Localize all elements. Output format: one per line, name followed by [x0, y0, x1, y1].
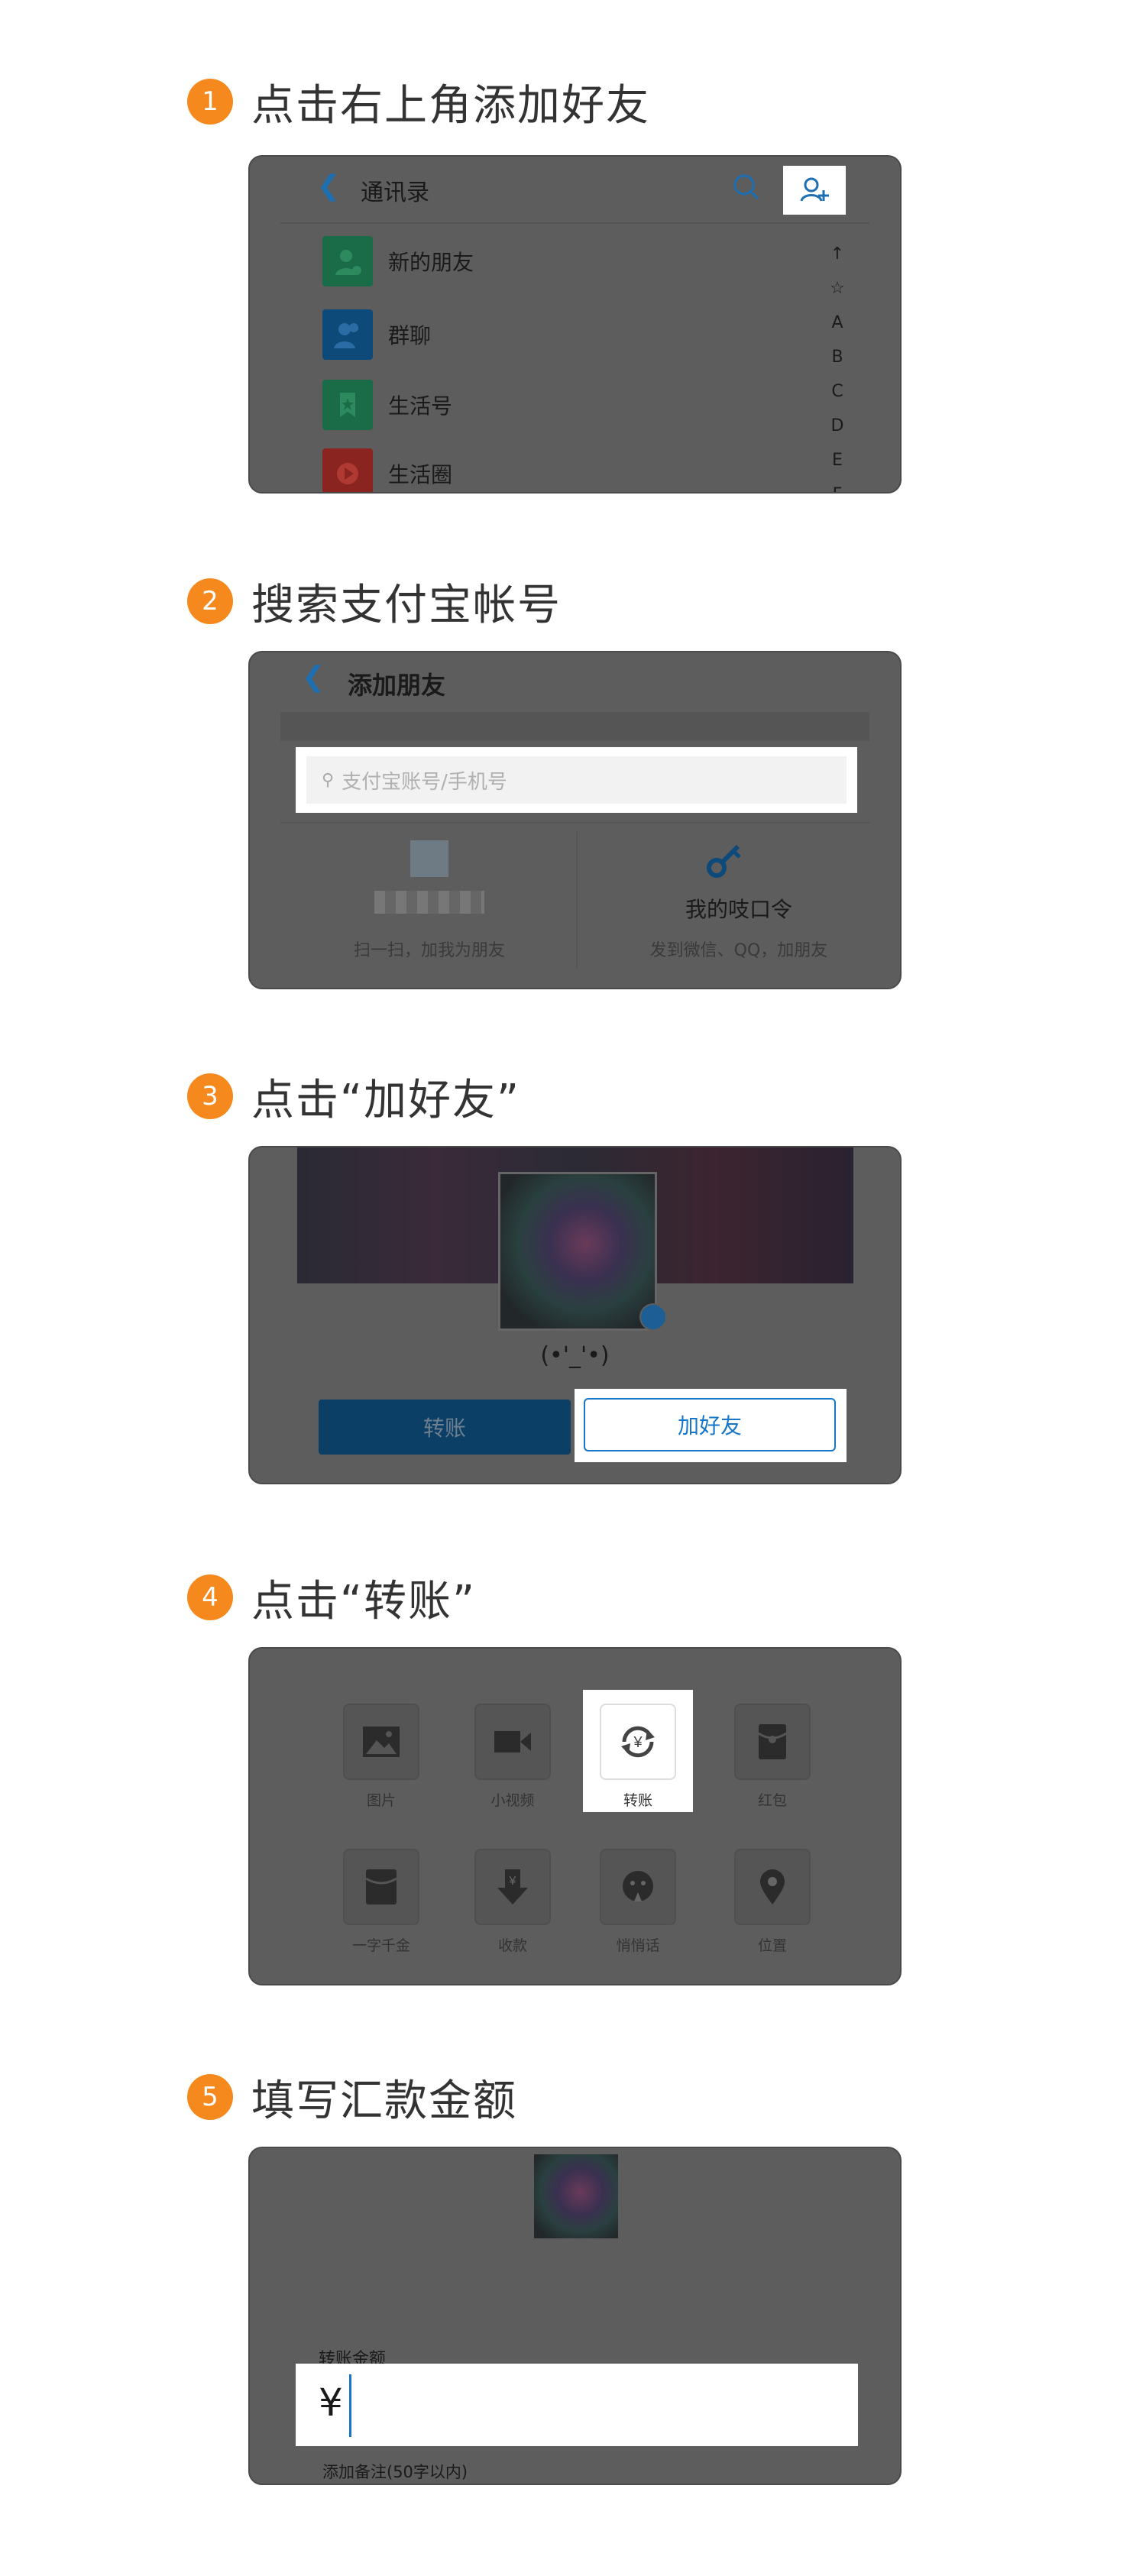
step-title: 点击“转账”	[251, 1576, 477, 1626]
divider	[576, 832, 578, 969]
svg-text:¥: ¥	[633, 1734, 643, 1751]
image-icon	[343, 1704, 419, 1780]
whisper-icon	[600, 1849, 676, 1925]
avatar	[534, 2154, 618, 2238]
text-cursor	[349, 2374, 351, 2437]
location-icon	[734, 1849, 811, 1925]
step-2-header: 2 搜索支付宝帐号	[187, 574, 562, 630]
video-icon	[474, 1704, 551, 1780]
note-link[interactable]: 添加备注(50字以内)	[322, 2460, 468, 2483]
code-title[interactable]: 我的吱口令	[578, 893, 899, 924]
contacts-screenshot: ❮ 通讯录 新的朋友 群聊 生活号 生活圈 ↑☆AB CDEF	[248, 155, 902, 494]
word-gold-icon	[343, 1849, 419, 1925]
transfer-amount-screenshot: 转账金额 ¥ 添加备注(50字以内)	[248, 2147, 902, 2485]
page-title: 通讯录	[361, 180, 429, 206]
step-number: 1	[187, 79, 233, 125]
step-3-header: 3 点击“加好友”	[187, 1070, 520, 1125]
alphabet-index[interactable]: ↑☆AB CDEF	[828, 237, 847, 492]
transfer-icon: ¥	[600, 1704, 676, 1780]
profile-screenshot: (•'_'•) 转账 加好友	[248, 1146, 902, 1484]
life-circle-icon	[322, 448, 373, 492]
add-friend-button[interactable]	[783, 166, 846, 215]
back-arrow-icon[interactable]: ❮	[317, 170, 340, 202]
life-account-icon	[322, 380, 373, 430]
list-item[interactable]: 生活圈	[322, 448, 453, 492]
code-caption: 发到微信、QQ，加朋友	[649, 941, 828, 960]
list-item[interactable]: 生活号	[322, 380, 452, 430]
tool-transfer[interactable]: ¥ 转账	[592, 1704, 684, 1810]
step-title: 搜索支付宝帐号	[251, 580, 562, 630]
tool-receive[interactable]: ¥ 收款	[467, 1849, 558, 1955]
chat-tools-screenshot: 图片 小视频 ¥ 转账 红包 一字千金 ¥ 收款 悄悄话 位置	[248, 1647, 902, 1985]
receive-icon: ¥	[474, 1849, 551, 1925]
list-item-label: 新的朋友	[388, 250, 474, 275]
add-user-icon	[800, 177, 829, 202]
divider	[280, 712, 869, 741]
list-item-label: 生活圈	[388, 462, 453, 487]
list-item-label: 群聊	[388, 323, 432, 348]
add-friend-screenshot: ❮ 添加朋友 ⚲ 支付宝账号/手机号 扫一扫，加我为朋友 我的吱口令 发到微信、…	[248, 651, 902, 989]
step-number: 3	[187, 1073, 233, 1119]
amount-input[interactable]: ¥	[296, 2364, 858, 2446]
tool-red-packet[interactable]: 红包	[727, 1704, 818, 1810]
tool-location[interactable]: 位置	[727, 1849, 818, 1955]
divider	[280, 222, 869, 224]
tool-image[interactable]: 图片	[335, 1704, 427, 1810]
blurred-account	[374, 891, 484, 914]
tool-whisper[interactable]: 悄悄话	[592, 1849, 684, 1955]
page-title: 添加朋友	[348, 671, 446, 700]
tool-word-gold[interactable]: 一字千金	[335, 1849, 427, 1955]
list-item[interactable]: 群聊	[322, 309, 431, 360]
step-number: 2	[187, 578, 233, 624]
search-input[interactable]: 支付宝账号/手机号	[342, 766, 507, 794]
step-title: 填写汇款金额	[251, 2076, 517, 2126]
search-icon[interactable]	[730, 170, 763, 207]
nickname: (•'_'•)	[540, 1342, 610, 1369]
list-item[interactable]: 新的朋友	[322, 236, 474, 286]
tool-video[interactable]: 小视频	[467, 1704, 558, 1810]
step-4-header: 4 点击“转账”	[187, 1571, 476, 1626]
new-friends-icon	[322, 236, 373, 286]
divider	[280, 822, 869, 824]
step-1-header: 1 点击右上角添加好友	[187, 75, 650, 131]
list-item-label: 生活号	[388, 393, 453, 419]
group-chat-icon	[322, 309, 373, 360]
currency-symbol: ¥	[319, 2380, 343, 2425]
add-friend-highlight: 加好友	[575, 1389, 847, 1462]
scan-caption: 扫一扫，加我为朋友	[353, 941, 505, 960]
red-packet-icon	[734, 1704, 811, 1780]
search-bar[interactable]: ⚲ 支付宝账号/手机号	[296, 747, 857, 813]
step-title: 点击右上角添加好友	[251, 80, 650, 131]
back-arrow-icon[interactable]: ❮	[302, 662, 325, 693]
add-friend-button[interactable]: 加好友	[584, 1398, 836, 1451]
svg-text:¥: ¥	[509, 1875, 516, 1888]
transfer-button[interactable]: 转账	[319, 1400, 571, 1455]
step-number: 4	[187, 1574, 233, 1620]
search-icon: ⚲	[322, 770, 335, 790]
key-icon	[706, 842, 749, 883]
step-5-header: 5 填写汇款金额	[187, 2070, 517, 2126]
qr-thumbnail	[410, 840, 448, 877]
step-title: 点击“加好友”	[251, 1075, 521, 1125]
avatar[interactable]	[498, 1172, 657, 1331]
verified-badge-icon	[639, 1303, 667, 1331]
step-number: 5	[187, 2074, 233, 2120]
